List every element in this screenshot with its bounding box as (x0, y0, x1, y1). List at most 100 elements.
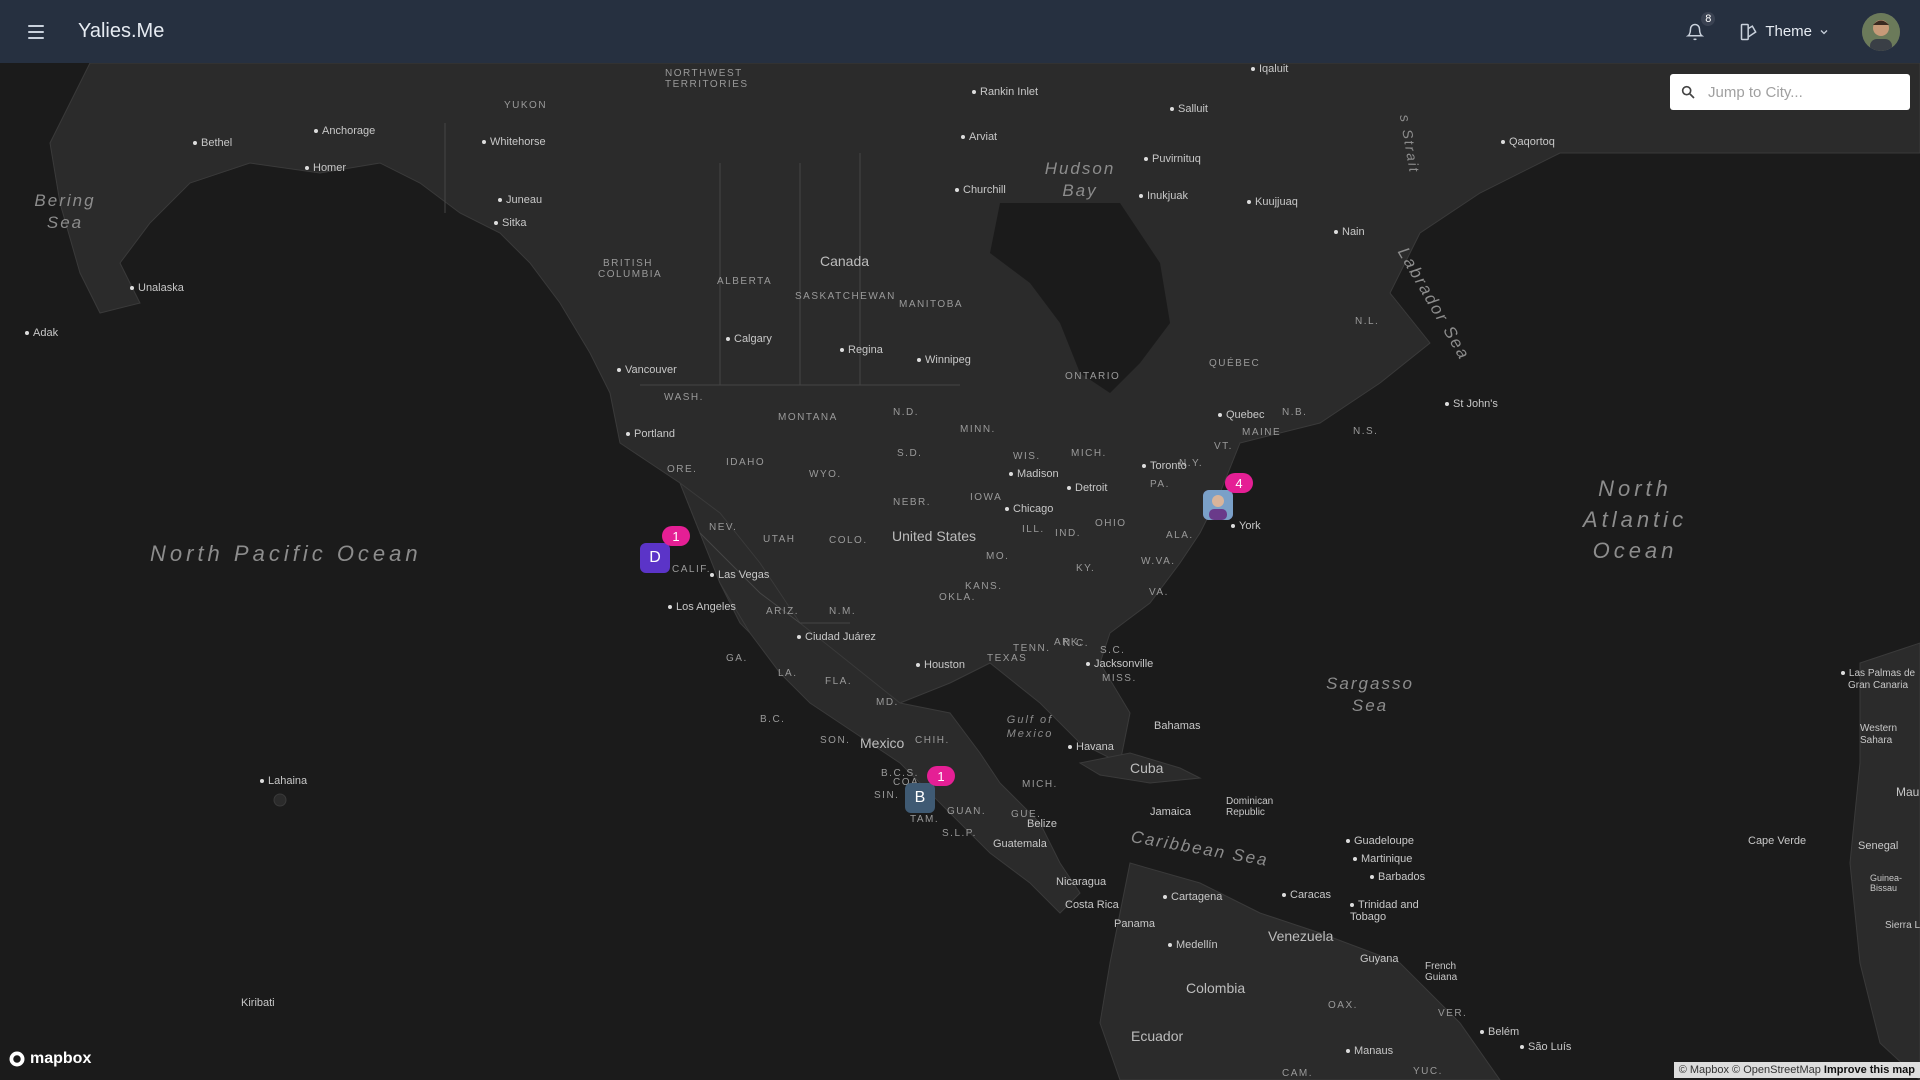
user-avatar[interactable] (1862, 12, 1900, 51)
city-label: Dominican Republic (1226, 796, 1274, 818)
region-label: N.C. (1063, 638, 1089, 649)
city-label: Western Sahara (1860, 723, 1898, 746)
city-label: Kuujjuaq (1247, 196, 1298, 208)
city-label: Puvirnituq (1144, 153, 1201, 165)
region-label: OAX. (1328, 1000, 1358, 1011)
city-label: Kiribati (241, 997, 275, 1009)
region-label: N.L. (1355, 316, 1380, 327)
country-label: Ecuador (1131, 1028, 1184, 1044)
region-label: N.D. (893, 407, 919, 418)
notifications-button[interactable]: 8 (1681, 11, 1716, 46)
city-label: Jacksonville (1086, 658, 1153, 670)
region-label: LA. (778, 668, 798, 679)
region-label: SON. (820, 735, 851, 746)
city-label: Qaqortoq (1501, 136, 1555, 148)
region-label: MD. (876, 697, 899, 708)
ocean-label: North Pacific Ocean (150, 541, 422, 566)
map-canvas[interactable]: North Pacific Ocean North Atlantic Ocean… (0, 63, 1920, 1080)
region-label: MANITOBA (899, 299, 964, 310)
region-label: KANS. (965, 581, 1003, 592)
region-label: WYO. (809, 469, 842, 480)
ocean-label: North Atlantic Ocean (1582, 476, 1688, 563)
city-label: Guatemala (993, 838, 1047, 850)
sea-label: Sargasso Sea (1326, 674, 1414, 715)
city-label: Toronto (1142, 460, 1187, 472)
city-label: Portland (626, 428, 675, 440)
region-label: OHIO (1095, 518, 1127, 529)
region-label: TEXAS (987, 653, 1028, 664)
region-label: B.C.S. (881, 768, 919, 779)
country-label: Colombia (1186, 980, 1246, 996)
theme-button[interactable]: Theme (1739, 22, 1830, 42)
country-label: Cuba (1130, 760, 1164, 776)
region-label: MONTANA (778, 412, 838, 423)
map-marker-cluster[interactable]: 4 (1203, 473, 1253, 520)
top-navbar: Yalies.Me 8 Theme (0, 0, 1920, 63)
region-label: FLA. (825, 676, 853, 687)
region-label: MAINE (1242, 427, 1282, 438)
region-label: MISS. (1102, 673, 1137, 684)
city-label: Belize (1027, 818, 1057, 830)
menu-icon[interactable] (24, 20, 48, 44)
region-label: N.B. (1282, 407, 1308, 418)
city-label: Caracas (1282, 889, 1331, 901)
chevron-down-icon (1820, 29, 1828, 34)
marker-letter: B (914, 789, 926, 806)
region-label: S.C. (1100, 645, 1126, 656)
city-label: French Guiana (1425, 961, 1458, 983)
region-label: COLO. (829, 535, 868, 546)
city-label: Nain (1334, 226, 1365, 238)
improve-map-link[interactable]: Improve this map (1824, 1064, 1915, 1076)
sea-label: Gulf of Mexico (1006, 714, 1054, 740)
city-label: Rankin Inlet (972, 86, 1038, 98)
map-marker-cluster[interactable]: B 1 (905, 766, 955, 813)
country-label: United States (892, 528, 977, 544)
city-label: Medellín (1168, 939, 1218, 951)
region-label: MO. (986, 551, 1010, 562)
city-label: Las Palmas de Gran Canaria (1838, 668, 1918, 692)
region-label: NEV. (709, 522, 738, 533)
attribution-text[interactable]: © Mapbox © OpenStreetMap (1679, 1064, 1821, 1076)
region-label: W.VA. (1141, 556, 1176, 567)
city-label: Churchill (955, 184, 1006, 196)
region-label: ILL. (1022, 524, 1045, 535)
region-label: SASKATCHEWAN (795, 291, 896, 302)
mapbox-logo[interactable]: mapbox (8, 1050, 91, 1068)
city-label: Senegal (1858, 840, 1899, 852)
city-label: Cape Verde (1748, 835, 1807, 847)
city-label: Calgary (726, 333, 772, 345)
region-label: MICH. (1071, 448, 1107, 459)
region-label: CALIF. (672, 564, 712, 575)
region-label: S.D. (897, 448, 923, 459)
city-label: Homer (305, 162, 346, 174)
city-label: Inukjuak (1139, 190, 1188, 202)
city-label: Madison (1009, 468, 1059, 480)
city-label: Ciudad Juárez (797, 631, 876, 643)
region-label: UTAH (763, 534, 796, 545)
region-label: CHIH. (915, 735, 950, 746)
region-label: NORTHWEST TERRITORIES (665, 68, 749, 90)
notification-count-badge: 8 (1701, 11, 1716, 26)
city-label: Guinea-Bissau (1870, 873, 1903, 893)
city-label: Jamaica (1150, 806, 1191, 818)
region-label: S.L.P. (942, 828, 977, 839)
header-tools: 8 Theme (1681, 11, 1900, 51)
region-label: YUKON (504, 100, 548, 111)
city-label: Iqaluit (1251, 63, 1288, 75)
region-label: ALBERTA (717, 276, 773, 287)
city-search-box[interactable] (1670, 74, 1910, 110)
map-marker-cluster[interactable]: D 1 (640, 526, 690, 573)
city-label: Regina (840, 344, 883, 356)
city-search-input[interactable] (1706, 82, 1890, 102)
app-title[interactable]: Yalies.Me (78, 20, 164, 43)
palette-icon (1741, 23, 1757, 40)
region-label: MINN. (960, 424, 996, 435)
region-label: N.M. (829, 606, 857, 617)
city-label: Salluit (1170, 103, 1208, 115)
region-label: QUÉBEC (1209, 358, 1261, 369)
city-label: Las Vegas (710, 569, 769, 581)
city-label: Panama (1114, 918, 1155, 930)
region-label: PA. (1150, 479, 1170, 490)
map-attribution: © Mapbox © OpenStreetMap Improve this ma… (1673, 1062, 1920, 1078)
city-label: Lahaina (260, 775, 307, 787)
